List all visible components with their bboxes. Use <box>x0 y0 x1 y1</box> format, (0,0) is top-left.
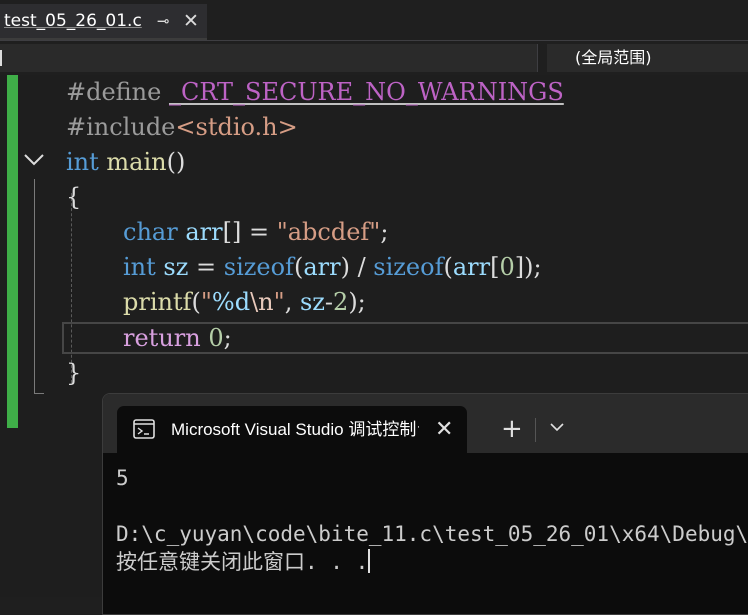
text-caret <box>0 50 2 66</box>
terminal-tab-title: Microsoft Visual Studio 调试控制台 <box>171 420 419 439</box>
punctuation: , <box>284 288 300 316</box>
include-header: <stdio.h> <box>175 113 298 141</box>
format-specifier: %d <box>211 288 251 316</box>
code-line-3: int main() <box>66 145 185 180</box>
string-literal: " <box>200 288 212 316</box>
punctuation: ( <box>443 253 453 281</box>
prompt-line: 按任意键关闭此窗口. . . <box>116 548 748 576</box>
variable: sz <box>299 288 325 316</box>
code-line-2: #include<stdio.h> <box>66 110 298 145</box>
code-line-4: { <box>66 180 81 215</box>
debug-console-window[interactable]: Microsoft Visual Studio 调试控制台 ✕ + 5 D:\c… <box>102 393 748 615</box>
punctuation: ); <box>348 288 366 316</box>
close-terminal-tab-icon[interactable]: ✕ <box>435 406 453 453</box>
document-tab-strip: test_05_26_01.c ⊸ ✕ <box>0 0 748 40</box>
console-icon <box>133 419 155 439</box>
punctuation: { <box>66 183 82 211</box>
string-literal: " <box>273 288 285 316</box>
close-tab-icon[interactable]: ✕ <box>183 4 199 38</box>
code-line-6: int sz = sizeof(arr) / sizeof(arr[0]); <box>123 250 542 285</box>
text-cursor <box>368 549 371 573</box>
code-line-5: char arr[] = "abcdef"; <box>123 215 388 250</box>
title-separator <box>535 418 536 442</box>
new-tab-icon[interactable]: + <box>501 406 523 453</box>
keyword: int <box>66 148 99 176</box>
punctuation: () <box>166 148 186 176</box>
variable: arr <box>452 253 491 281</box>
escape-sequence: \n <box>250 288 274 316</box>
control-keyword: return <box>123 324 201 352</box>
variable: sz <box>163 253 189 281</box>
terminal-title-bar: Microsoft Visual Studio 调试控制台 ✕ + <box>103 394 748 453</box>
number-literal: 0 <box>499 253 515 281</box>
number-literal: 0 <box>208 324 224 352</box>
fold-region-end <box>34 393 44 394</box>
terminal-output[interactable]: 5 D:\c_yuyan\code\bite_11.c\test_05_26_0… <box>116 464 748 576</box>
scope-label: (全局范围) <box>575 48 652 67</box>
punctuation: = <box>188 253 224 281</box>
scope-dropdown[interactable]: (全局范围) <box>547 44 748 72</box>
preprocessor-directive: #define <box>66 78 162 106</box>
program-output: 5 <box>116 466 129 490</box>
navigation-bar: (全局范围) <box>0 40 748 76</box>
terminal-tab[interactable]: Microsoft Visual Studio 调试控制台 ✕ <box>117 406 467 453</box>
exit-path-line: D:\c_yuyan\code\bite_11.c\test_05_26_01\… <box>116 522 748 546</box>
punctuation: ( <box>293 253 304 281</box>
punctuation: ]); <box>514 253 542 281</box>
punctuation: ) / <box>340 253 374 281</box>
chevron-down-icon[interactable] <box>549 419 565 435</box>
punctuation: - <box>324 288 334 316</box>
pin-icon[interactable]: ⊸ <box>157 4 170 38</box>
keyword: sizeof <box>223 253 294 281</box>
code-line-9: } <box>66 356 81 391</box>
keyword: char <box>123 218 178 246</box>
code-line-7: printf("%d\n", sz-2); <box>123 285 366 320</box>
keyword: sizeof <box>373 253 444 281</box>
punctuation: } <box>66 359 82 387</box>
number-literal: 2 <box>333 288 349 316</box>
function-name: printf <box>123 288 192 316</box>
change-tracking-bar <box>7 75 18 428</box>
prompt-text: 按任意键关闭此窗口. . . <box>116 550 369 574</box>
collapse-chevron-icon[interactable] <box>22 147 46 171</box>
punctuation: ; <box>223 324 232 352</box>
project-dropdown[interactable] <box>0 44 538 72</box>
function-name: main <box>106 148 167 176</box>
fold-region-line <box>34 179 35 393</box>
punctuation: ( <box>191 288 201 316</box>
document-tab-title[interactable]: test_05_26_01.c <box>4 4 142 38</box>
punctuation: ; <box>380 218 389 246</box>
string-literal: "abcdef" <box>276 218 381 246</box>
indent-guide <box>71 193 72 383</box>
punctuation: [] = <box>222 218 277 246</box>
preprocessor-directive: #include <box>66 113 176 141</box>
variable: arr <box>185 218 223 246</box>
macro-name: _CRT_SECURE_NO_WARNINGS <box>168 78 564 106</box>
code-line-1: #define _CRT_SECURE_NO_WARNINGS <box>66 75 564 110</box>
keyword: int <box>123 253 156 281</box>
document-tab[interactable]: test_05_26_01.c ⊸ ✕ <box>0 4 207 40</box>
variable: arr <box>303 253 341 281</box>
code-line-8: return 0; <box>123 321 232 356</box>
